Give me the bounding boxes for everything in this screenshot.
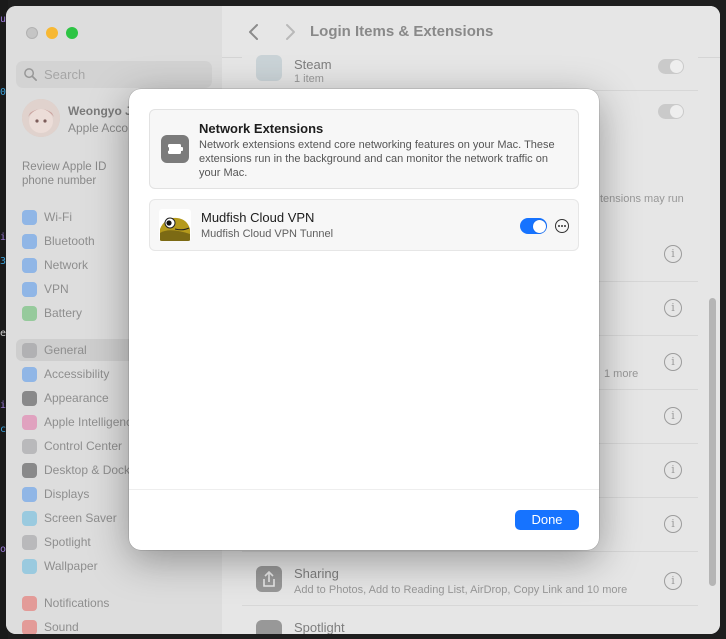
done-button[interactable]: Done — [515, 510, 579, 530]
extension-enable-toggle[interactable] — [520, 218, 547, 234]
more-options-icon[interactable] — [555, 219, 569, 233]
network-extensions-sheet: Network Extensions Network extensions ex… — [129, 89, 599, 550]
sheet-divider — [129, 489, 599, 490]
extension-puzzle-icon — [161, 135, 189, 163]
extension-name: Mudfish Cloud VPN — [201, 210, 315, 225]
mudfish-app-icon — [159, 209, 191, 241]
extension-subtitle: Mudfish Cloud VPN Tunnel — [201, 228, 334, 240]
sheet-header: Network Extensions Network extensions ex… — [149, 109, 579, 189]
toggle-knob — [532, 219, 546, 233]
sheet-title: Network Extensions — [199, 121, 324, 136]
extension-row: Mudfish Cloud VPN Mudfish Cloud VPN Tunn… — [149, 199, 579, 251]
sheet-description: Network extensions extend core networkin… — [199, 139, 555, 179]
